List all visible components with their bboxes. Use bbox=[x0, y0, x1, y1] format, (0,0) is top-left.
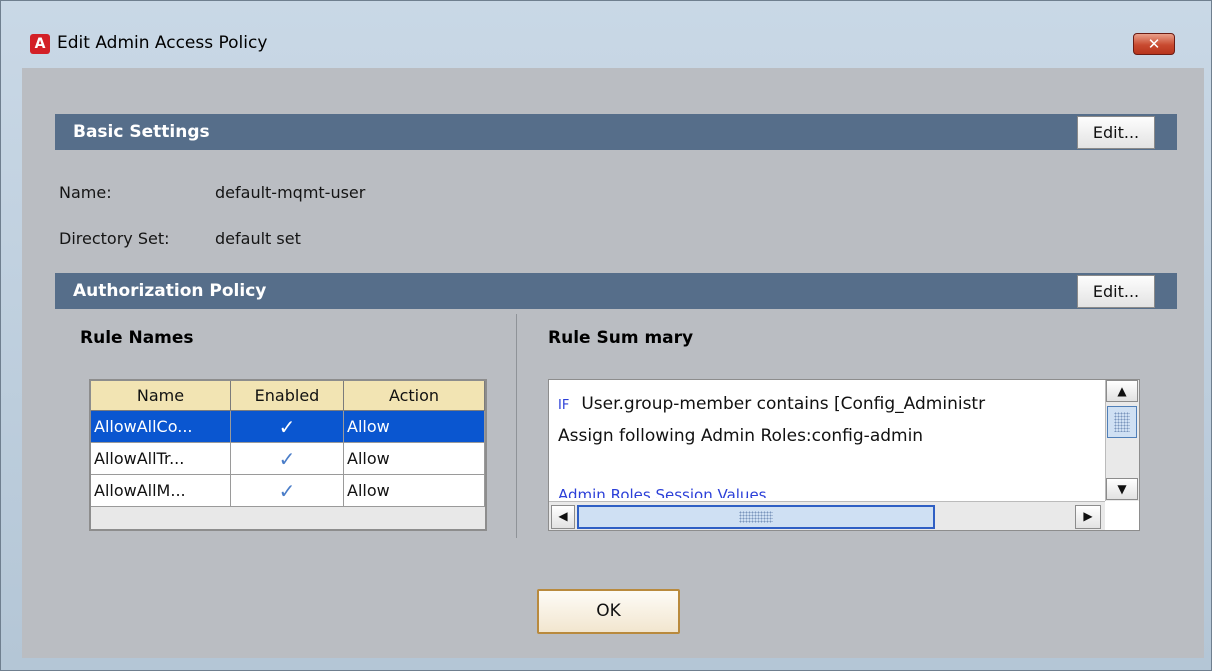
grip-icon bbox=[739, 511, 773, 523]
table-row[interactable]: AllowAllM... ✓ Allow bbox=[91, 475, 485, 507]
arrow-up-icon: ▲ bbox=[1117, 384, 1127, 398]
grip-icon bbox=[1114, 412, 1130, 432]
rule-action-cell: Allow bbox=[344, 411, 485, 443]
table-row[interactable]: AllowAllTr... ✓ Allow bbox=[91, 443, 485, 475]
summary-condition-line: IF User.group-member contains [Config_Adm… bbox=[558, 394, 985, 414]
horizontal-scrollbar[interactable]: ◀ ▶ bbox=[549, 501, 1105, 530]
rule-enabled-cell: ✓ bbox=[231, 443, 344, 475]
directory-set-label: Directory Set: bbox=[59, 229, 170, 248]
basic-settings-edit-button[interactable]: Edit... bbox=[1077, 116, 1155, 149]
summary-session-values-link[interactable]: Admin Roles Session Values bbox=[558, 486, 766, 498]
table-row[interactable]: AllowAllCo... ✓ Allow bbox=[91, 411, 485, 443]
close-icon: ✕ bbox=[1147, 35, 1161, 53]
rule-action-cell: Allow bbox=[344, 475, 485, 507]
column-header-action[interactable]: Action bbox=[344, 381, 485, 411]
window-title: Edit Admin Access Policy bbox=[57, 33, 268, 53]
dialog-window: A Edit Admin Access Policy ✕ Basic Setti… bbox=[0, 0, 1212, 671]
summary-action-line: Assign following Admin Roles:config-admi… bbox=[558, 426, 924, 446]
close-button[interactable]: ✕ bbox=[1133, 33, 1175, 55]
horizontal-scroll-thumb[interactable] bbox=[577, 505, 935, 529]
rule-enabled-cell: ✓ bbox=[231, 475, 344, 507]
arrow-left-icon: ◀ bbox=[558, 509, 568, 523]
name-value: default-mqmt-user bbox=[215, 183, 366, 202]
scroll-left-button[interactable]: ◀ bbox=[551, 505, 575, 529]
rule-summary-title: Rule Sum mary bbox=[548, 328, 694, 348]
title-bar[interactable]: A Edit Admin Access Policy ✕ bbox=[1, 1, 1211, 63]
if-keyword: IF bbox=[558, 398, 570, 413]
authorization-policy-header: Authorization Policy bbox=[55, 273, 1177, 309]
directory-set-value: default set bbox=[215, 229, 301, 248]
column-header-enabled[interactable]: Enabled bbox=[231, 381, 344, 411]
basic-settings-header: Basic Settings bbox=[55, 114, 1177, 150]
app-logo-icon: A bbox=[30, 34, 50, 54]
vertical-scroll-thumb[interactable] bbox=[1107, 406, 1137, 438]
rule-summary-box[interactable]: IF User.group-member contains [Config_Adm… bbox=[548, 379, 1140, 531]
checkmark-icon: ✓ bbox=[278, 479, 296, 503]
name-label: Name: bbox=[59, 183, 112, 202]
authorization-policy-title: Authorization Policy bbox=[73, 281, 267, 301]
vertical-scrollbar[interactable]: ▲ ▼ bbox=[1105, 380, 1139, 501]
rule-name-cell: AllowAllTr... bbox=[91, 443, 231, 475]
rule-enabled-cell: ✓ bbox=[231, 411, 344, 443]
checkmark-icon: ✓ bbox=[278, 415, 296, 439]
rule-name-cell: AllowAllM... bbox=[91, 475, 231, 507]
scroll-down-button[interactable]: ▼ bbox=[1106, 478, 1138, 500]
basic-settings-title: Basic Settings bbox=[73, 122, 210, 142]
column-divider bbox=[516, 314, 517, 538]
arrow-down-icon: ▼ bbox=[1117, 482, 1127, 496]
dialog-content: Basic Settings Edit... Name: default-mqm… bbox=[22, 68, 1204, 658]
table-header: Name Enabled Action bbox=[91, 381, 485, 411]
rule-names-title: Rule Names bbox=[80, 328, 194, 348]
scroll-up-button[interactable]: ▲ bbox=[1106, 380, 1138, 402]
ok-button[interactable]: OK bbox=[537, 589, 680, 634]
summary-condition-text: User.group-member contains [Config_Admin… bbox=[581, 394, 986, 414]
checkmark-icon: ✓ bbox=[278, 447, 296, 471]
rule-name-cell: AllowAllCo... bbox=[91, 411, 231, 443]
scroll-right-button[interactable]: ▶ bbox=[1075, 505, 1101, 529]
rules-table: Name Enabled Action AllowAllCo... ✓ Allo… bbox=[89, 379, 487, 531]
authorization-edit-button[interactable]: Edit... bbox=[1077, 275, 1155, 308]
arrow-right-icon: ▶ bbox=[1083, 509, 1093, 523]
rule-action-cell: Allow bbox=[344, 443, 485, 475]
column-header-name[interactable]: Name bbox=[91, 381, 231, 411]
